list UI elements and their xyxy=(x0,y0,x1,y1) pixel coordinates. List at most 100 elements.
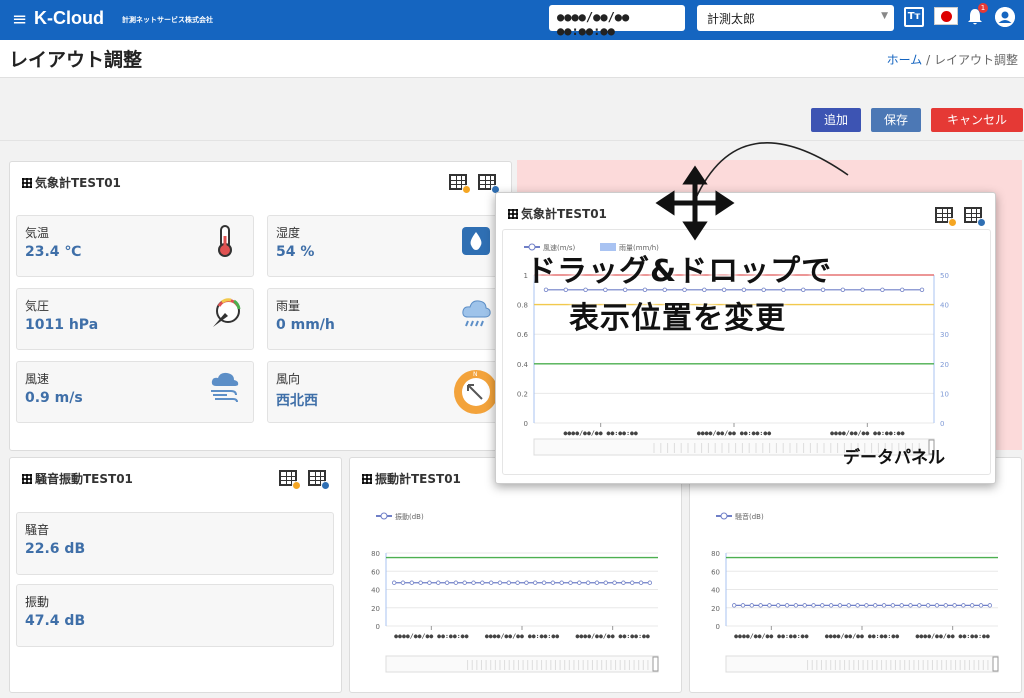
drag-drop-instruction: ドラッグ&ドロップで xyxy=(526,254,833,289)
user-select[interactable]: 計測太郎 ▼ xyxy=(697,5,894,31)
y2-tick-label: 50 xyxy=(940,272,949,280)
weather-panel-title: 気象計TEST01 xyxy=(22,174,121,191)
warning-dot-icon xyxy=(948,218,957,227)
data-point xyxy=(846,603,851,608)
table-info-icon[interactable] xyxy=(308,470,330,490)
page-header: レイアウト調整 ホーム / レイアウト調整 xyxy=(0,40,1024,78)
noise-vibration-panel[interactable]: 騒音振動TEST01 騒音 22.6 dB 振動 47.4 dB xyxy=(9,457,342,693)
tile-label: 振動 xyxy=(25,595,50,609)
text-size-icon[interactable]: Tт xyxy=(904,7,924,27)
tile-wind-speed[interactable]: 風速 0.9 m/s xyxy=(16,361,254,423)
tile-value: 1011 hPa xyxy=(25,317,99,333)
weather-panel[interactable]: 気象計TEST01 気温 23.4 ℃ 湿度 54 % 気圧 1011 hPa … xyxy=(9,161,512,451)
action-bar: 追加 保存 キャンセル xyxy=(0,78,1024,141)
data-point xyxy=(400,580,406,585)
data-point xyxy=(480,580,485,585)
table-warning-icon[interactable] xyxy=(935,207,957,227)
noise-chart[interactable]: 騒音(dB) 80 60 40 20 0 ●●●●/●●/●● ●●:●●:●● ●●●●/●… xyxy=(696,508,1016,688)
data-point xyxy=(828,603,834,608)
data-point xyxy=(952,603,957,608)
app-root: ≡ K-Cloud 計測ネットサービス株式会社 ●●●●/●●/●● ●●:●●… xyxy=(0,0,1024,698)
tile-noise[interactable]: 騒音 22.6 dB xyxy=(16,512,334,575)
data-point xyxy=(594,580,600,585)
brand-logo[interactable]: K-Cloud xyxy=(34,8,104,29)
save-button[interactable]: 保存 xyxy=(871,108,921,132)
tile-temperature[interactable]: 気温 23.4 ℃ xyxy=(16,215,254,277)
menu-icon[interactable]: ≡ xyxy=(12,9,27,30)
move-cross-icon xyxy=(655,165,735,241)
vibration-chart[interactable]: 振動(dB) 80 60 40 20 0 ●●●●/●●/●● ●●:●●:●● ●●●●/●… xyxy=(356,508,676,688)
zoom-slider-track xyxy=(725,655,999,673)
japan-flag-icon[interactable] xyxy=(934,7,958,25)
data-point xyxy=(621,580,626,585)
data-point xyxy=(740,603,746,608)
data-point xyxy=(577,580,582,585)
tile-label: 湿度 xyxy=(276,226,301,240)
cancel-button[interactable]: キャンセル xyxy=(931,108,1023,132)
zoom-slider-handle xyxy=(992,656,999,672)
data-point xyxy=(568,580,573,585)
y2-tick-label: 30 xyxy=(940,331,949,339)
tile-wind-direction[interactable]: 風向 西北西 N xyxy=(267,361,505,423)
data-point xyxy=(427,580,432,585)
datetime-display[interactable]: ●●●●/●●/●● ●●:●●:●● xyxy=(549,5,685,38)
tile-pressure[interactable]: 気圧 1011 hPa xyxy=(16,288,254,350)
data-point xyxy=(488,580,494,585)
table-warning-icon[interactable] xyxy=(279,470,301,490)
tile-humidity[interactable]: 湿度 54 % xyxy=(267,215,505,277)
tile-label: 風速 xyxy=(25,372,50,386)
dragged-panel-title-text: 気象計TEST01 xyxy=(521,207,607,221)
noise-vibration-panel-title: 騒音振動TEST01 xyxy=(22,470,133,487)
info-dot-icon xyxy=(977,218,986,227)
tile-label: 雨量 xyxy=(276,299,301,313)
y-tick-label: 80 xyxy=(371,550,380,558)
tile-rainfall[interactable]: 雨量 0 mm/h xyxy=(267,288,505,350)
data-point xyxy=(731,603,737,608)
data-point xyxy=(462,580,467,585)
data-point xyxy=(802,603,807,608)
data-point xyxy=(919,287,925,292)
legend-label: 振動(dB) xyxy=(395,512,424,521)
vibration-meter-panel[interactable]: 振動計TEST01 振動(dB) 80 60 40 20 0 ●●●●/●●/●● ●●:●… xyxy=(349,457,682,693)
x-tick-label: ●●●●/●●/●● ●●:●●:●● xyxy=(563,429,637,437)
data-point xyxy=(541,580,547,585)
breadcrumb-separator: / xyxy=(926,53,931,67)
breadcrumb: ホーム / レイアウト調整 xyxy=(887,51,1018,68)
account-icon[interactable] xyxy=(995,7,1015,27)
breadcrumb-home-link[interactable]: ホーム xyxy=(887,53,923,67)
data-point xyxy=(506,580,511,585)
grid-icon xyxy=(22,474,32,484)
y-tick-label: 40 xyxy=(711,587,720,595)
noise-chart-panel[interactable]: 騒音(dB) 80 60 40 20 0 ●●●●/●●/●● ●●:●●:●● ●●●●/●… xyxy=(689,457,1022,693)
tile-label: 気温 xyxy=(25,226,50,240)
drag-arrow-graphic xyxy=(655,142,849,241)
data-point xyxy=(925,603,931,608)
wind-direction-compass-icon: N xyxy=(454,370,498,414)
notification-badge: 1 xyxy=(978,3,988,13)
y2-tick-label: 40 xyxy=(940,302,949,310)
data-point xyxy=(860,287,865,292)
y-tick-label: 0.4 xyxy=(517,361,529,369)
data-point xyxy=(612,580,617,585)
warning-dot-icon xyxy=(462,185,471,194)
table-info-icon[interactable] xyxy=(478,174,500,194)
tile-value: 0 mm/h xyxy=(276,317,335,333)
data-point xyxy=(471,580,476,585)
y-tick-label: 40 xyxy=(371,587,380,595)
data-point xyxy=(603,580,608,585)
tile-label: 気圧 xyxy=(25,299,50,313)
zoom-slider-track xyxy=(385,655,659,673)
y-tick-label: 0 xyxy=(376,623,380,631)
x-tick-label: ●●●●/●●/●● ●●:●●:●● xyxy=(830,429,904,437)
user-name: 計測太郎 xyxy=(707,12,756,26)
legend-point-marker xyxy=(720,512,728,520)
table-warning-icon[interactable] xyxy=(449,174,471,194)
data-point xyxy=(647,580,653,585)
y-tick-label: 0 xyxy=(524,420,528,428)
table-info-icon[interactable] xyxy=(964,207,986,227)
data-point xyxy=(638,580,644,585)
info-dot-icon xyxy=(321,481,330,490)
tile-vibration[interactable]: 振動 47.4 dB xyxy=(16,584,334,647)
data-point xyxy=(784,603,790,608)
tile-label: 騒音 xyxy=(25,523,50,537)
